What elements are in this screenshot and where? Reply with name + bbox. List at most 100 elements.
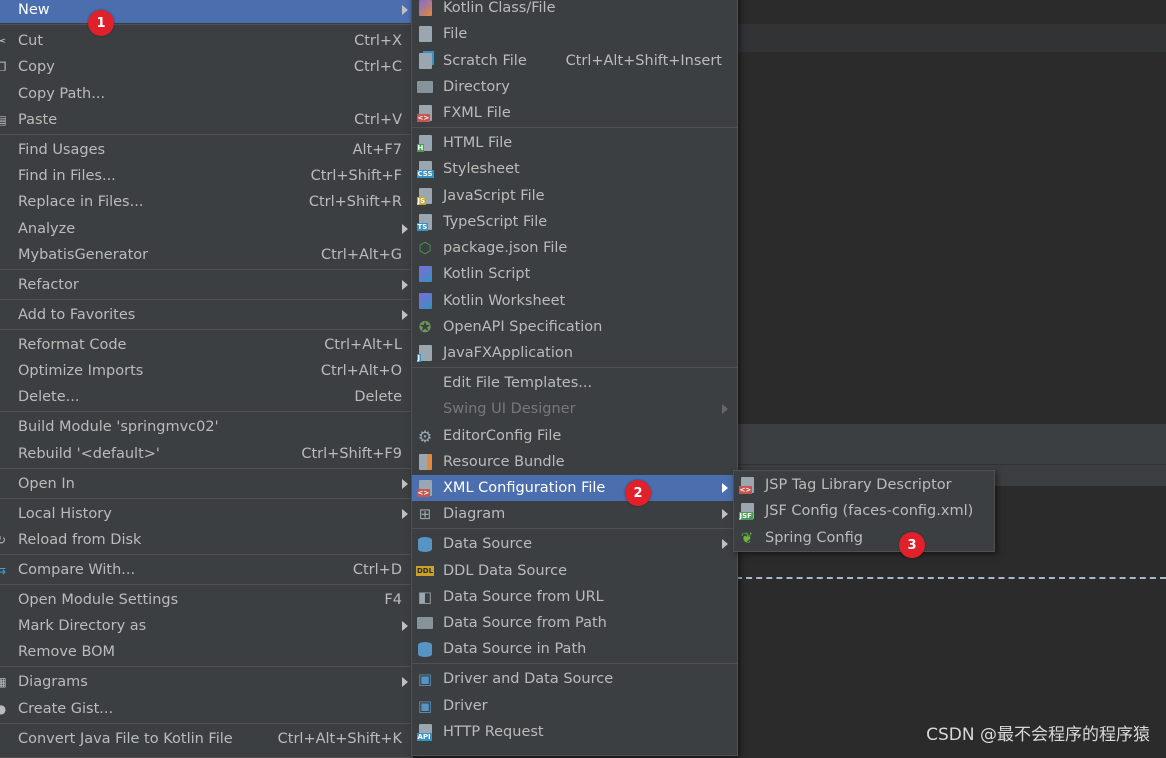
spring-leaf-icon: ❦ [740,529,754,547]
menu-item-label: Build Module 'springmvc02' [18,419,219,435]
fxml-file-icon: <> [416,104,434,122]
menu-item-javascript-file[interactable]: JS JavaScript File [412,183,737,209]
menu-item-kotlin-script[interactable]: Kotlin Script [412,261,737,287]
menu-item-label: FXML File [443,105,511,121]
menu-item-remove-bom[interactable]: Remove BOM [0,639,412,665]
menu-item-kotlin-worksheet[interactable]: Kotlin Worksheet [412,288,737,314]
menu-item-label: Diagram [443,506,506,522]
menu-item-kotlin-class[interactable]: Kotlin Class/File [412,0,737,21]
menu-item-data-source-from-url[interactable]: ◧ Data Source from URL [412,584,737,610]
menu-item-driver-and-data-source[interactable]: ▣ Driver and Data Source [412,666,737,692]
paste-icon: ▤ [0,113,7,127]
separator [412,528,737,529]
menu-item-stylesheet[interactable]: CSS Stylesheet [412,156,737,182]
database-icon [416,640,434,658]
menu-item-data-source[interactable]: Data Source [412,531,737,557]
menu-item-delete[interactable]: Delete... Delete [0,384,412,410]
menu-item-refactor[interactable]: Refactor [0,272,412,298]
menu-item-scratch-file[interactable]: Scratch File Ctrl+Alt+Shift+Insert [412,48,737,74]
menu-item-label: XML Configuration File [443,480,606,496]
menu-item-diagram[interactable]: ⊞ Diagram [412,501,737,527]
menu-item-html-file[interactable]: H HTML File [412,130,737,156]
menu-item-file[interactable]: File [412,21,737,47]
menu-item-label: Stylesheet [443,161,520,177]
shortcut-label: Ctrl+V [354,112,402,128]
submenu-arrow-icon [402,5,408,15]
menu-item-jsp-tag-library[interactable]: <> JSP Tag Library Descriptor [734,472,994,498]
menu-item-compare-with[interactable]: ⇆ Compare With... Ctrl+D [0,557,412,583]
menu-item-mark-directory[interactable]: Mark Directory as [0,613,412,639]
separator [0,554,412,555]
menu-item-driver[interactable]: ▣ Driver [412,693,737,719]
menu-item-find-usages[interactable]: Find Usages Alt+F7 [0,137,412,163]
menu-item-optimize-imports[interactable]: Optimize Imports Ctrl+Alt+O [0,358,412,384]
separator [0,329,412,330]
menu-item-add-to-favorites[interactable]: Add to Favorites [0,302,412,328]
menu-item-label: Cut [18,33,43,49]
menu-item-ddl-data-source[interactable]: DDL DDL Data Source [412,558,737,584]
menu-item-data-source-from-path[interactable]: Data Source from Path [412,610,737,636]
menu-item-mybatis-generator[interactable]: MybatisGenerator Ctrl+Alt+G [0,242,412,268]
menu-item-label: Reload from Disk [18,532,142,548]
menu-item-data-source-in-path[interactable]: Data Source in Path [412,636,737,662]
menu-item-label: Find in Files... [18,168,116,184]
menu-item-editorconfig[interactable]: ⚙ EditorConfig File [412,423,737,449]
menu-item-edit-file-templates[interactable]: Edit File Templates... [412,370,737,396]
menu-item-label: Remove BOM [18,644,116,660]
shortcut-label: Ctrl+Alt+Shift+K [277,731,402,747]
menu-item-convert-to-kotlin[interactable]: Convert Java File to Kotlin File Ctrl+Al… [0,726,412,752]
menu-item-reformat-code[interactable]: Reformat Code Ctrl+Alt+L [0,332,412,358]
menu-item-spring-config[interactable]: ❦ Spring Config [734,525,994,551]
menu-item-paste[interactable]: ▤ Paste Ctrl+V [0,107,412,133]
menu-item-jsf-config[interactable]: JSF JSF Config (faces-config.xml) [734,498,994,524]
menu-item-xml-configuration-file[interactable]: <> XML Configuration File [412,475,737,501]
scratch-file-icon [416,52,434,70]
shortcut-label: Delete [354,389,402,405]
menu-item-label: Open In [18,476,75,492]
submenu-arrow-icon [402,310,408,320]
menu-item-typescript-file[interactable]: TS TypeScript File [412,209,737,235]
menu-item-open-in[interactable]: Open In [0,471,412,497]
javafx-icon: J [416,344,434,362]
menu-item-label: JSP Tag Library Descriptor [765,477,952,493]
menu-item-package-json[interactable]: ⬡ package.json File [412,235,737,261]
menu-item-diagrams[interactable]: ▦ Diagrams [0,669,412,695]
menu-item-copy-path[interactable]: Copy Path... [0,81,412,107]
reload-icon: ↻ [0,533,7,547]
context-menu: New ✂ Cut Ctrl+X ❐ Copy Ctrl+C Copy Path… [0,0,413,758]
menu-item-new[interactable]: New [0,0,412,23]
menu-item-rebuild[interactable]: Rebuild '<default>' Ctrl+Shift+F9 [0,441,412,467]
menu-item-open-module-settings[interactable]: Open Module Settings F4 [0,587,412,613]
menu-item-swing-ui-designer[interactable]: Swing UI Designer [412,396,737,422]
menu-item-openapi[interactable]: ✪ OpenAPI Specification [412,314,737,340]
folder-open-icon [416,614,434,632]
menu-item-label: OpenAPI Specification [443,319,603,335]
console-dashed-line [736,577,1166,579]
shortcut-label: Ctrl+C [353,59,402,75]
menu-item-fxml-file[interactable]: <> FXML File [412,100,737,126]
menu-item-find-in-files[interactable]: Find in Files... Ctrl+Shift+F [0,163,412,189]
menu-item-javafx-application[interactable]: J JavaFXApplication [412,340,737,366]
menu-item-label: Data Source in Path [443,641,587,657]
annotation-badge-3: 3 [899,532,925,558]
menu-item-label: Spring Config [765,530,863,546]
menu-item-label: JavaScript File [443,188,545,204]
editor-area [736,52,1166,424]
menu-item-label: Data Source from URL [443,589,604,605]
shortcut-label: Ctrl+Alt+Shift+Insert [565,53,722,69]
menu-item-cut[interactable]: ✂ Cut Ctrl+X [0,28,412,54]
menu-item-resource-bundle[interactable]: Resource Bundle [412,449,737,475]
menu-item-replace-in-files[interactable]: Replace in Files... Ctrl+Shift+R [0,189,412,215]
kotlin-script-icon [416,265,434,283]
menu-item-build-module[interactable]: Build Module 'springmvc02' [0,414,412,440]
menu-item-http-request[interactable]: API HTTP Request [412,719,737,745]
menu-item-analyze[interactable]: Analyze [0,216,412,242]
menu-item-create-gist[interactable]: ● Create Gist... [0,696,412,722]
separator [0,411,412,412]
compare-icon: ⇆ [0,563,7,577]
menu-item-reload-from-disk[interactable]: ↻ Reload from Disk [0,527,412,553]
menu-item-local-history[interactable]: Local History [0,501,412,527]
menu-item-copy[interactable]: ❐ Copy Ctrl+C [0,54,412,80]
menu-item-directory[interactable]: Directory [412,74,737,100]
resource-bundle-icon [416,453,434,471]
